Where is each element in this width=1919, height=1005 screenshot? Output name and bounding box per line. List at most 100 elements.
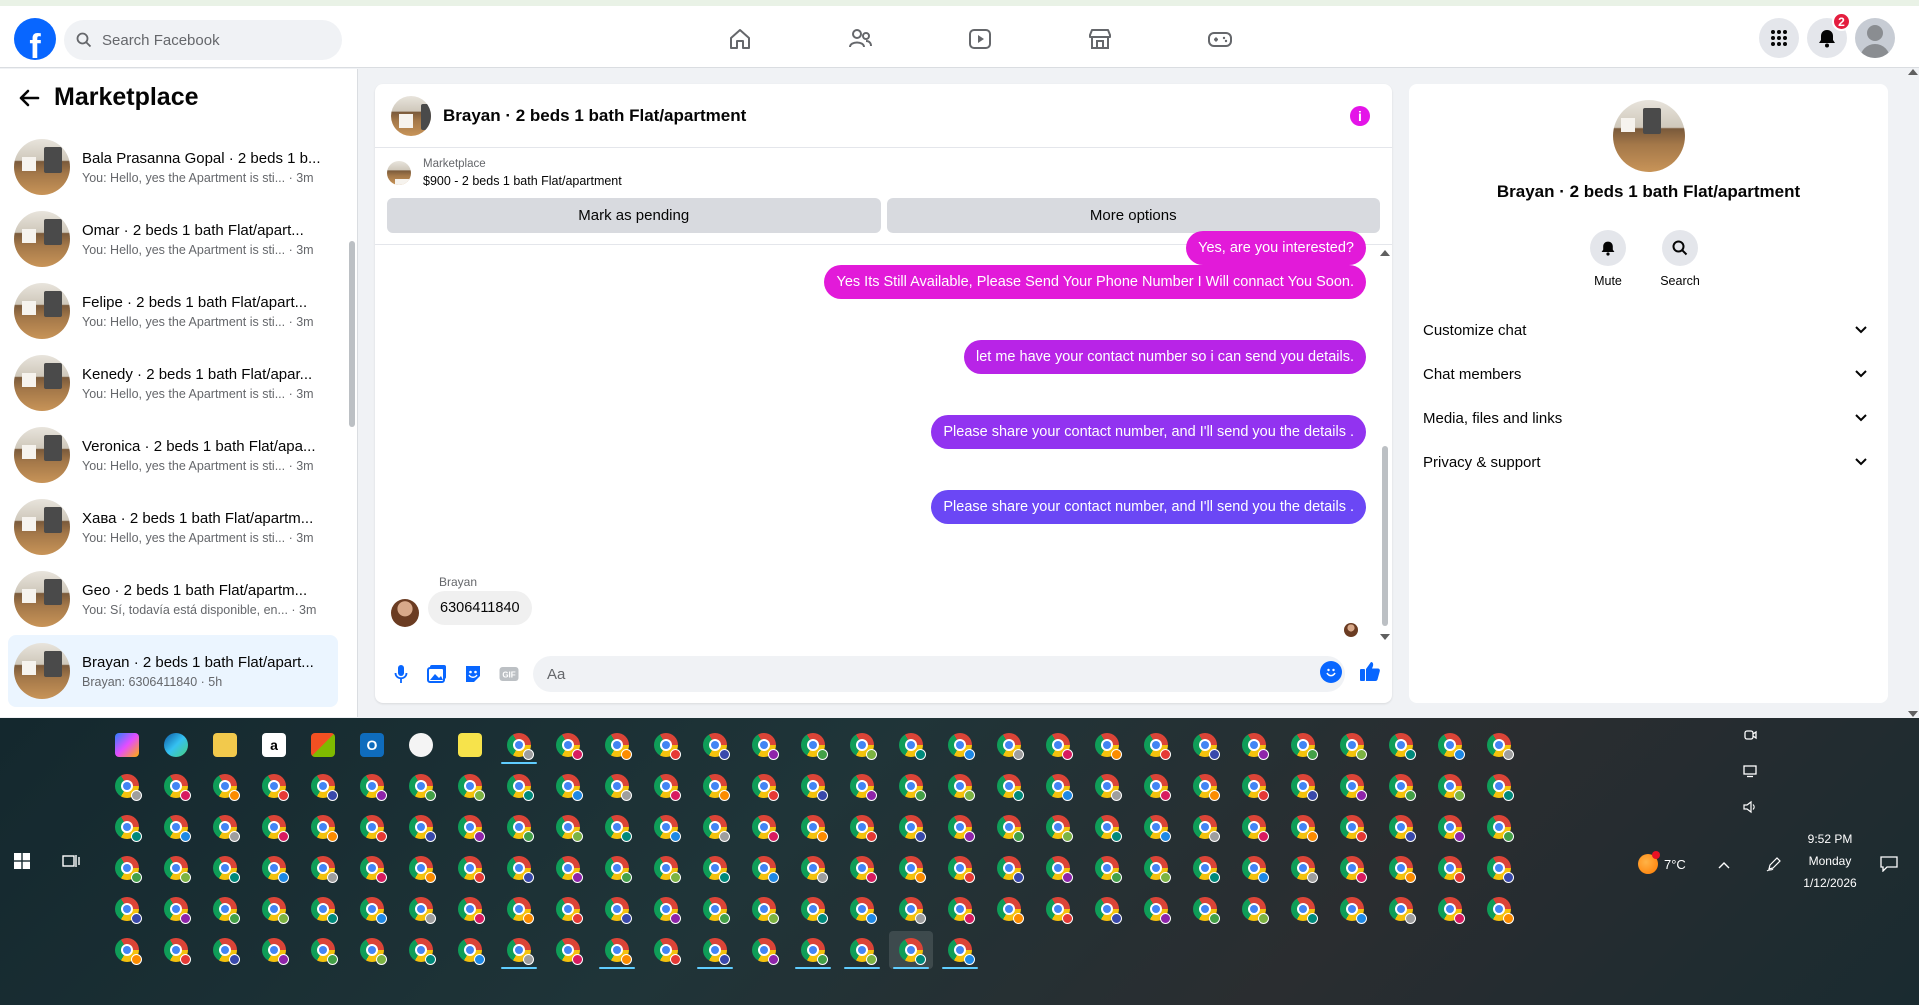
sidebar-scroll-thumb[interactable] — [349, 241, 355, 427]
chrome-window-button[interactable] — [1477, 849, 1521, 887]
notifications-button[interactable]: 2 — [1807, 12, 1851, 58]
chrome-window-button[interactable] — [350, 931, 394, 969]
chrome-window-button[interactable] — [497, 849, 541, 887]
chrome-window-button[interactable] — [1232, 726, 1276, 764]
info-icon[interactable]: i — [1350, 106, 1370, 126]
section-privacy-support[interactable]: Privacy & support — [1423, 440, 1875, 484]
start-button[interactable] — [14, 853, 30, 874]
chrome-window-button[interactable] — [1379, 849, 1423, 887]
conversation-item[interactable]: Geo · 2 beds 1 bath Flat/apartm... You: S… — [8, 563, 338, 635]
mute-button[interactable]: Mute — [1590, 230, 1626, 288]
chrome-window-button[interactable] — [644, 808, 688, 846]
chrome-window-button[interactable] — [252, 767, 296, 805]
chrome-window-button[interactable] — [497, 931, 541, 969]
chrome-window-button[interactable] — [252, 931, 296, 969]
chrome-window-button[interactable] — [1085, 808, 1129, 846]
sticker-button[interactable] — [461, 662, 485, 686]
chrome-window-button[interactable] — [1183, 849, 1227, 887]
chrome-window-button[interactable] — [301, 890, 345, 928]
back-arrow-icon[interactable] — [18, 88, 40, 108]
gaming-tab[interactable] — [1160, 18, 1280, 60]
chrome-window-button[interactable] — [1330, 849, 1374, 887]
search-box[interactable] — [64, 20, 342, 60]
chrome-window-button[interactable] — [1183, 808, 1227, 846]
chrome-window-button[interactable] — [154, 890, 198, 928]
chrome-window-button[interactable] — [497, 767, 541, 805]
section-customize-chat[interactable]: Customize chat — [1423, 308, 1875, 352]
chrome-window-button[interactable] — [301, 767, 345, 805]
chrome-window-button[interactable] — [546, 808, 590, 846]
chrome-window-button[interactable] — [203, 767, 247, 805]
chrome-window-button[interactable] — [840, 808, 884, 846]
chrome-window-button[interactable] — [546, 849, 590, 887]
chrome-window-button[interactable] — [595, 767, 639, 805]
chrome-window-button[interactable] — [595, 726, 639, 764]
home-tab[interactable] — [680, 18, 800, 60]
chrome-window-button[interactable] — [350, 767, 394, 805]
chrome-window-button[interactable] — [889, 890, 933, 928]
attach-media-button[interactable] — [425, 662, 449, 686]
chrome-window-button[interactable] — [203, 890, 247, 928]
chrome-window-button[interactable] — [791, 849, 835, 887]
chrome-window-button[interactable] — [203, 849, 247, 887]
scroll-down-arrow-icon[interactable] — [1908, 711, 1918, 717]
chrome-window-button[interactable] — [1330, 767, 1374, 805]
chrome-window-button[interactable] — [1232, 767, 1276, 805]
scroll-up-arrow-icon[interactable] — [1908, 69, 1918, 75]
emoji-button[interactable] — [1320, 661, 1342, 683]
chrome-window-button[interactable] — [1428, 890, 1472, 928]
chrome-window-button[interactable] — [693, 808, 737, 846]
chrome-window-button[interactable] — [987, 890, 1031, 928]
chrome-window-button[interactable] — [938, 931, 982, 969]
chrome-window-button[interactable] — [154, 808, 198, 846]
sender-avatar[interactable] — [391, 599, 419, 627]
chrome-window-button[interactable] — [399, 767, 443, 805]
chrome-window-button[interactable] — [1232, 849, 1276, 887]
taskbar-pinned-app[interactable] — [203, 726, 247, 764]
chrome-window-button[interactable] — [791, 931, 835, 969]
chrome-window-button[interactable] — [399, 849, 443, 887]
chrome-window-button[interactable] — [791, 726, 835, 764]
chrome-window-button[interactable] — [693, 931, 737, 969]
chrome-window-button[interactable] — [1428, 767, 1472, 805]
chrome-window-button[interactable] — [1134, 849, 1178, 887]
taskbar-pinned-app[interactable]: O — [350, 726, 394, 764]
chrome-window-button[interactable] — [595, 931, 639, 969]
conversation-item[interactable]: Omar · 2 beds 1 bath Flat/apart... You: H… — [8, 203, 338, 275]
scroll-down-arrow-icon[interactable] — [1380, 634, 1390, 640]
friends-tab[interactable] — [800, 18, 920, 60]
message-input[interactable] — [533, 656, 1345, 692]
chrome-window-button[interactable] — [595, 849, 639, 887]
chrome-window-button[interactable] — [105, 767, 149, 805]
scroll-up-arrow-icon[interactable] — [1380, 250, 1390, 256]
chrome-window-button[interactable] — [399, 931, 443, 969]
chrome-window-button[interactable] — [840, 849, 884, 887]
chrome-window-button[interactable] — [497, 890, 541, 928]
profile-avatar[interactable] — [1855, 18, 1895, 58]
chrome-window-button[interactable] — [889, 849, 933, 887]
chrome-window-button[interactable] — [889, 767, 933, 805]
chrome-window-button[interactable] — [252, 849, 296, 887]
chrome-window-button[interactable] — [1428, 849, 1472, 887]
chrome-window-button[interactable] — [448, 808, 492, 846]
chrome-window-button[interactable] — [938, 767, 982, 805]
chat-scroll-thumb[interactable] — [1382, 446, 1388, 626]
marketplace-tab[interactable] — [1040, 18, 1160, 60]
chrome-window-button[interactable] — [1477, 726, 1521, 764]
chrome-window-button[interactable] — [987, 726, 1031, 764]
chrome-window-button[interactable] — [840, 767, 884, 805]
chrome-window-button[interactable] — [742, 890, 786, 928]
chrome-window-button[interactable] — [889, 931, 933, 969]
chrome-window-button[interactable] — [301, 849, 345, 887]
chrome-window-button[interactable] — [1428, 808, 1472, 846]
chrome-window-button[interactable] — [1281, 767, 1325, 805]
chrome-window-button[interactable] — [1085, 726, 1129, 764]
chrome-window-button[interactable] — [1428, 726, 1472, 764]
chrome-window-button[interactable] — [791, 767, 835, 805]
chrome-window-button[interactable] — [154, 931, 198, 969]
chrome-window-button[interactable] — [1379, 726, 1423, 764]
taskbar-pinned-app[interactable] — [448, 726, 492, 764]
chrome-window-button[interactable] — [889, 726, 933, 764]
meet-now-icon[interactable] — [1743, 728, 1757, 742]
chrome-window-button[interactable] — [1134, 767, 1178, 805]
